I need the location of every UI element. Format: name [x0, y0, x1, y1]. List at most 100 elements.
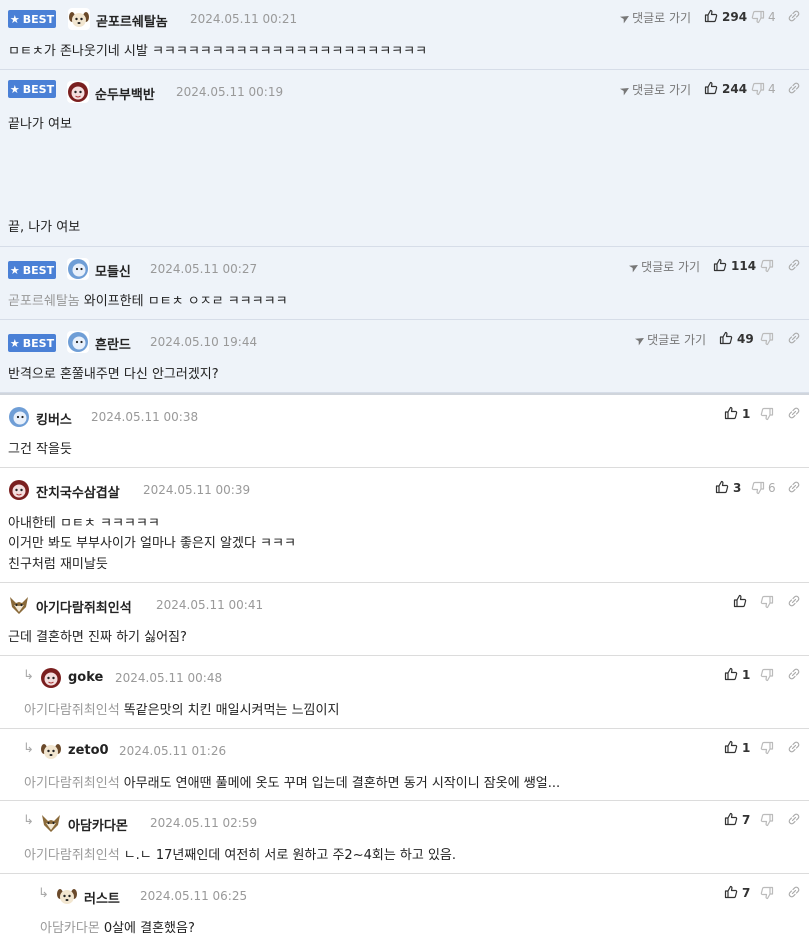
send-arrow-icon: ➤ — [626, 258, 642, 276]
thumbs-down-icon[interactable] — [760, 407, 774, 421]
mention[interactable]: 아담카다몬 — [40, 921, 100, 936]
avatar[interactable] — [67, 258, 89, 280]
thumbs-down-icon[interactable] — [751, 481, 765, 495]
star-icon: ★ — [9, 82, 20, 96]
comment-item: 킹버스 2024.05.11 00:38 1 그건 작을듯 — [0, 395, 809, 468]
thumbs-down-icon[interactable] — [760, 332, 774, 346]
timestamp: 2024.05.11 02:59 — [150, 816, 258, 830]
like-count: 7 — [742, 813, 751, 827]
thumbs-up-icon[interactable] — [704, 9, 718, 23]
mention[interactable]: 아기다람쥐최인석 — [24, 703, 120, 718]
thumbs-up-icon[interactable] — [704, 81, 718, 95]
avatar[interactable] — [67, 81, 89, 103]
avatar[interactable] — [8, 406, 30, 428]
thumbs-down-icon[interactable] — [760, 595, 774, 609]
thumbs-up-icon[interactable] — [719, 331, 733, 345]
link-icon[interactable] — [787, 885, 801, 899]
reply-item: ↳ 아담카다몬 2024.05.11 02:59 7 아기다람쥐최인석 ㄴ.ㄴ 1… — [0, 801, 809, 874]
like-count: 3 — [733, 481, 742, 495]
nickname[interactable]: 곧포르쉐탈놈 — [96, 11, 168, 30]
timestamp: 2024.05.10 19:44 — [150, 335, 258, 349]
timestamp: 2024.05.11 00:19 — [176, 85, 284, 99]
thumbs-up-icon[interactable] — [724, 406, 738, 420]
avatar[interactable] — [8, 594, 30, 616]
thumbs-down-icon[interactable] — [760, 668, 774, 682]
comment-item: ★ BEST 흔란드 2024.05.10 19:44 ➤댓글로 가기 49 반격… — [0, 320, 809, 393]
reply-item: ↳ goke 2024.05.11 00:48 1 아기다람쥐최인석 똑같은맛의 … — [0, 656, 809, 729]
link-icon[interactable] — [787, 480, 801, 494]
goto-comment-link[interactable]: ➤댓글로 가기 — [626, 258, 700, 276]
mention[interactable]: 아기다람쥐최인석 — [24, 848, 120, 863]
reply-arrow-icon: ↳ — [23, 813, 34, 828]
nickname[interactable]: 러스트 — [84, 888, 120, 907]
avatar[interactable] — [56, 885, 78, 907]
thumbs-up-icon[interactable] — [724, 812, 738, 826]
thumbs-down-icon[interactable] — [760, 741, 774, 755]
nickname[interactable]: 순두부백반 — [95, 84, 155, 103]
mention[interactable]: 곧포르쉐탈놈 — [8, 294, 80, 309]
nickname[interactable]: 흔란드 — [95, 334, 131, 353]
goto-comment-link[interactable]: ➤댓글로 가기 — [617, 9, 691, 26]
reply-item: ↳ zeto0 2024.05.11 01:26 1 아기다람쥐최인석 아무래도 … — [0, 729, 809, 801]
nickname[interactable]: goke — [68, 670, 103, 685]
like-count: 114 — [731, 259, 757, 273]
thumbs-down-icon[interactable] — [751, 82, 765, 96]
like-count: 1 — [742, 407, 751, 421]
comment-item: ★ BEST 곧포르쉐탈놈 2024.05.11 00:21 ➤댓글로 가기 29… — [0, 0, 809, 70]
reply-arrow-icon: ↳ — [23, 741, 34, 756]
link-icon[interactable] — [787, 740, 801, 754]
nickname[interactable]: 모들신 — [95, 261, 131, 280]
thumbs-down-icon[interactable] — [760, 813, 774, 827]
goto-comment-link[interactable]: ➤댓글로 가기 — [632, 331, 706, 348]
nickname[interactable]: 아담카다몬 — [68, 815, 128, 834]
comment-text: 아내한테 ㅁㅌㅊ ㅋㅋㅋㅋㅋ — [8, 516, 160, 531]
dislike-count: 4 — [768, 82, 776, 96]
link-icon[interactable] — [787, 9, 801, 23]
avatar[interactable] — [68, 8, 90, 30]
star-icon: ★ — [9, 336, 20, 350]
like-count: 244 — [722, 82, 748, 96]
thumbs-up-icon[interactable] — [724, 740, 738, 754]
link-icon[interactable] — [787, 258, 801, 272]
mention[interactable]: 아기다람쥐최인석 — [24, 776, 120, 791]
link-icon[interactable] — [787, 667, 801, 681]
timestamp: 2024.05.11 06:25 — [140, 889, 248, 903]
thumbs-up-icon[interactable] — [724, 667, 738, 681]
nickname[interactable]: 잔치국수삼겹살 — [36, 482, 120, 501]
comment-item: 잔치국수삼겹살 2024.05.11 00:39 3 6 아내한테 ㅁㅌㅊ ㅋㅋ… — [0, 468, 809, 583]
thumbs-up-icon[interactable] — [724, 885, 738, 899]
best-badge: ★ BEST — [8, 261, 56, 279]
comment-text: 아기다람쥐최인석 아무래도 연애땐 풀메에 옷도 꾸며 입는데 결혼하면 동거 시… — [24, 776, 561, 791]
avatar[interactable] — [40, 740, 62, 762]
goto-comment-link[interactable]: ➤댓글로 가기 — [617, 81, 691, 98]
nickname[interactable]: 킹버스 — [36, 409, 72, 428]
avatar[interactable] — [8, 479, 30, 501]
timestamp: 2024.05.11 00:39 — [143, 483, 251, 497]
comment-item: ★ BEST 모들신 2024.05.11 00:27 ➤댓글로 가기 114 곧… — [0, 247, 809, 320]
link-icon[interactable] — [787, 594, 801, 608]
link-icon[interactable] — [787, 81, 801, 95]
avatar[interactable] — [67, 331, 89, 353]
link-icon[interactable] — [787, 406, 801, 420]
avatar[interactable] — [40, 667, 62, 689]
thumbs-up-icon[interactable] — [715, 480, 729, 494]
thumbs-down-icon[interactable] — [751, 10, 765, 24]
dislike-count: 4 — [768, 10, 776, 24]
link-icon[interactable] — [787, 812, 801, 826]
nickname[interactable]: 아기다람쥐최인석 — [36, 597, 132, 616]
thumbs-down-icon[interactable] — [760, 259, 774, 273]
comment-text: 아기다람쥐최인석 똑같은맛의 치킨 매일시켜먹는 느낌이지 — [24, 703, 340, 718]
like-count: 294 — [722, 10, 748, 24]
avatar[interactable] — [40, 812, 62, 834]
thumbs-up-icon[interactable] — [733, 594, 747, 608]
like-count: 7 — [742, 886, 751, 900]
comment-text: 그건 작을듯 — [8, 442, 72, 457]
best-badge: ★ BEST — [8, 334, 56, 352]
nickname[interactable]: zeto0 — [68, 743, 109, 758]
star-icon: ★ — [9, 12, 20, 26]
thumbs-up-icon[interactable] — [713, 258, 727, 272]
like-count: 1 — [742, 668, 751, 682]
thumbs-down-icon[interactable] — [760, 886, 774, 900]
link-icon[interactable] — [787, 331, 801, 345]
star-icon: ★ — [9, 263, 20, 277]
